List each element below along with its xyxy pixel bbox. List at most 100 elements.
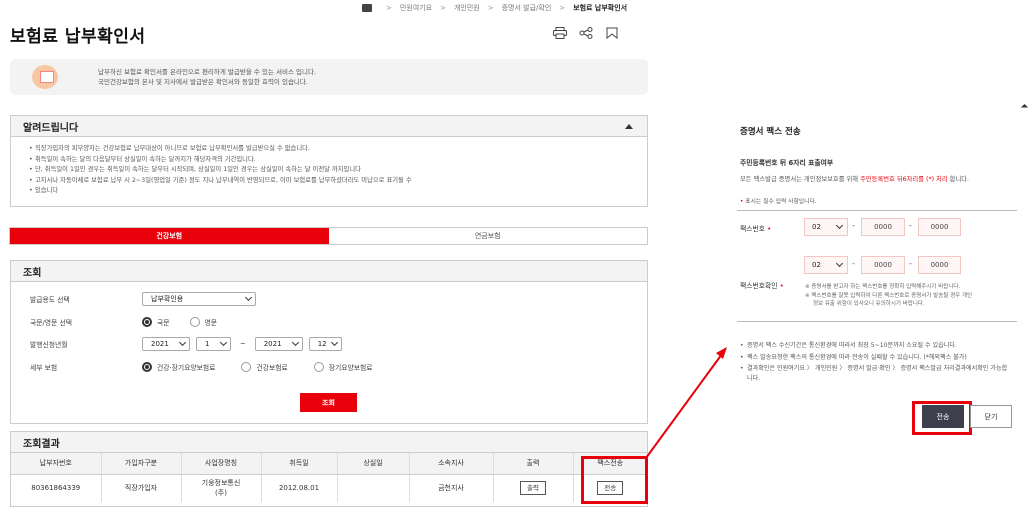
print-icon[interactable] <box>552 26 568 40</box>
fax-confirm-area-select[interactable]: 02 <box>804 256 848 274</box>
detail-row: 세부 보험 건강·장기요양보험료 건강보험료 장기요양보험료 <box>30 362 393 372</box>
column-header: 납부자번호 <box>11 453 102 475</box>
dash: - <box>852 221 855 230</box>
send-button[interactable]: 전송 <box>922 405 964 428</box>
chevron-down-icon <box>219 338 228 347</box>
fax-mid-input[interactable]: 0000 <box>861 218 905 236</box>
modal-bullets: 증명서 팩스 수신기간은 통신환경에 따라서 최장 5~10분까지 소요될 수 … <box>740 341 1010 386</box>
fax-number-label: 팩스번호 • <box>740 225 772 233</box>
divider <box>737 321 1017 322</box>
column-header: 사업장명칭 <box>181 453 262 475</box>
share-icon[interactable] <box>578 26 594 40</box>
modal-bullet: 증명서 팩스 수신기간은 통신환경에 따라서 최장 5~10분까지 소요될 수 … <box>740 341 1010 351</box>
chevron-down-icon <box>330 338 338 347</box>
company-name: 기웅정보통신 (주) <box>181 474 262 502</box>
table-header-row: 납부자번호 가입자구분 사업장명칭 취득일 상실일 소속지사 출력 팩스전송 <box>11 453 647 475</box>
results-panel: 조회결과 납부자번호 가입자구분 사업장명칭 취득일 상실일 소속지사 출력 팩… <box>10 431 648 507</box>
certificate-icon <box>32 65 58 89</box>
notice-item-continued: 있습니다 <box>29 186 647 197</box>
chevron-down-icon <box>244 293 253 302</box>
divider <box>737 210 1017 211</box>
breadcrumb-current: 보험료 납부확인서 <box>573 4 628 12</box>
breadcrumb: > 민원여기요 > 개인민원 > 증명서 발급/확인 > 보험료 납부확인서 <box>362 2 627 14</box>
lost-date <box>337 474 410 502</box>
payer-number: 80361864339 <box>11 474 102 502</box>
radio-health[interactable]: 건강보험료 <box>241 362 288 372</box>
fax-column-highlight <box>581 456 648 504</box>
modal-bullet: 결과확인은 민원여기요 〉 개인민원 〉 증명서 발급·확인 〉 증명서 팩스발… <box>740 364 1010 384</box>
notice-item: 고지서나 자동이체로 보험료 납부 시 2~3일(영업일 기준) 정도 지나 납… <box>29 176 647 187</box>
tab-pension[interactable]: 연금보험 <box>328 228 647 244</box>
chevron-down-icon <box>291 338 299 347</box>
dash: - <box>909 221 912 230</box>
radio-health-ltc[interactable]: 건강·장기요양보험료 <box>142 362 215 372</box>
dash: - <box>909 259 912 268</box>
language-row: 국문/영문 선택 국문 영문 <box>30 317 237 327</box>
detail-label: 세부 보험 <box>30 364 58 372</box>
info-line: 납부하신 보험료 확인서를 온라인으로 편리하게 발급받을 수 있는 서비스 입… <box>98 68 317 76</box>
purpose-row: 발급용도 선택 납부확인용 <box>30 292 256 306</box>
breadcrumb-item[interactable]: 증명서 발급/확인 <box>502 3 552 13</box>
fax-last-input[interactable]: 0000 <box>918 218 961 236</box>
member-type: 직장가입자 <box>101 474 182 502</box>
breadcrumb-item[interactable]: 개인민원 <box>454 3 480 13</box>
column-header: 취득일 <box>261 453 338 475</box>
purpose-label: 발급용도 선택 <box>30 296 70 304</box>
fax-confirm-mid-input[interactable]: 0000 <box>861 256 905 274</box>
results-table: 납부자번호 가입자구분 사업장명칭 취득일 상실일 소속지사 출력 팩스전송 8… <box>11 453 647 502</box>
fax-confirm-last-input[interactable]: 0000 <box>918 256 961 274</box>
radio-korean[interactable]: 국문 <box>142 317 170 327</box>
chevron-down-icon <box>178 338 187 347</box>
required-note: • 표시는 필수 입력 사항입니다. <box>740 199 817 205</box>
print-button[interactable]: 출력 <box>520 481 546 496</box>
chevron-down-icon <box>835 259 844 268</box>
to-year-select[interactable]: 2021 <box>254 337 303 351</box>
from-month-select[interactable]: 1 <box>196 337 231 351</box>
modal-bullet: 팩스 발송요청한 팩스의 통신환경에 따라 전송이 실패할 수 있습니다. (*… <box>740 353 1010 363</box>
column-header: 상실일 <box>337 453 410 475</box>
radio-english[interactable]: 영문 <box>189 317 217 327</box>
fax-confirm-label: 팩스번호확인 • <box>740 282 784 290</box>
fax-modal <box>727 112 1027 516</box>
close-button[interactable]: 닫기 <box>970 405 1012 428</box>
modal-description: 모든 팩스발급 증명서는 개인정보보호를 위해 주민등록번호 뒤6자리를 (*)… <box>740 176 970 183</box>
column-header: 출력 <box>493 453 574 475</box>
modal-title: 증명서 팩스 전송 <box>740 127 801 137</box>
insurance-tabs: 건강보험 연금보험 <box>9 227 648 245</box>
modal-subtitle: 주민등록번호 뒤 6자리 표출여부 <box>740 159 834 167</box>
page-tools <box>552 26 620 40</box>
radio-ltc[interactable]: 장기요양보험료 <box>313 362 373 372</box>
fax-area-select[interactable]: 02 <box>804 218 848 236</box>
notice-item: 단, 취득일이 1일인 경우는 취득일이 속하는 달부터 시작되며, 상실일이 … <box>29 165 647 176</box>
purpose-select[interactable]: 납부확인용 <box>142 292 256 306</box>
chevron-down-icon <box>835 221 844 230</box>
modal-corner-icon <box>1020 103 1028 112</box>
branch: 금천지사 <box>409 474 494 502</box>
notice-item: 직장가입자의 피부양자는 건강보험료 납부대상이 아니므로 보험료 납부확인서를… <box>29 144 647 155</box>
period-label: 발행신청년월 <box>30 341 68 349</box>
from-year-select[interactable]: 2021 <box>142 337 190 351</box>
notice-item: 취득일이 속하는 달의 다음달부터 상실일이 속하는 달까지가 해당자격의 기간… <box>29 155 647 166</box>
column-header: 가입자구분 <box>101 453 182 475</box>
results-title: 조회결과 <box>23 438 60 450</box>
column-header: 소속지사 <box>409 453 494 475</box>
info-line: 국민건강보험의 본사 및 지사에서 발급받은 확인서와 동일한 효력이 있습니다… <box>98 78 308 86</box>
dash: - <box>852 259 855 268</box>
breadcrumb-item[interactable]: 민원여기요 <box>400 3 432 13</box>
table-row: 80361864339 직장가입자 기웅정보통신 (주) 2012.08.01 금… <box>11 474 647 502</box>
acquired-date: 2012.08.01 <box>261 474 338 502</box>
to-month-select[interactable]: 12 <box>308 337 342 351</box>
period-tilde: ~ <box>240 340 246 348</box>
query-title: 조회 <box>23 267 42 279</box>
period-row: 발행신청년월 2021 1 ~ 2021 12 <box>30 337 342 351</box>
collapse-icon[interactable] <box>625 124 633 129</box>
fax-notes: ※ 증명서를 받고자 하는 팩스번호를 정확히 입력해주시기 바랍니다. ※ 팩… <box>805 284 973 307</box>
notice-panel: 알려드립니다 직장가입자의 피부양자는 건강보험료 납부대상이 아니므로 보험료… <box>10 115 648 207</box>
bookmark-icon[interactable] <box>604 26 620 40</box>
language-label: 국문/영문 선택 <box>30 319 72 327</box>
query-button[interactable]: 조회 <box>300 393 357 412</box>
notice-title: 알려드립니다 <box>23 122 79 134</box>
home-icon[interactable] <box>362 4 372 12</box>
page-title: 보험료 납부확인서 <box>10 27 146 47</box>
tab-health[interactable]: 건강보험 <box>10 228 329 244</box>
